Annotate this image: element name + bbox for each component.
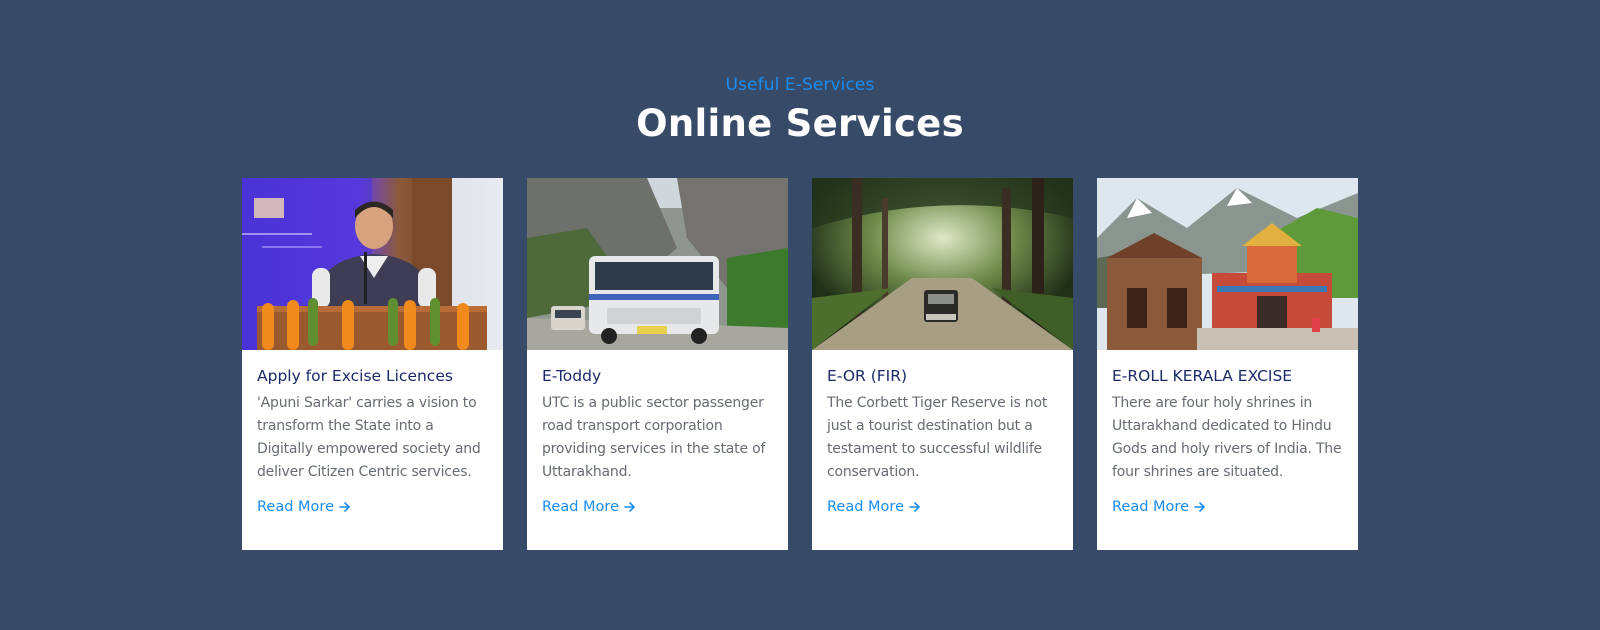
read-more-label: Read More	[257, 499, 334, 515]
arrow-right-icon	[909, 501, 921, 513]
read-more-link[interactable]: Read More	[1112, 498, 1206, 516]
bus-in-mountains-photo	[527, 178, 788, 350]
card-title: Apply for Excise Licences	[257, 367, 453, 385]
card-description: The Corbett Tiger Reserve is not just a …	[827, 395, 1048, 480]
service-card-e-or-fir: E-OR (FIR) The Corbett Tiger Reserve is …	[812, 178, 1073, 550]
read-more-label: Read More	[1112, 499, 1189, 515]
card-description: 'Apuni Sarkar' carries a vision to trans…	[257, 395, 481, 480]
card-description: There are four holy shrines in Uttarakha…	[1112, 395, 1342, 480]
section-header: Useful E-Services Online Services	[0, 74, 1600, 146]
arrow-right-icon	[624, 501, 636, 513]
jeep-in-forest-photo	[812, 178, 1073, 350]
read-more-label: Read More	[542, 499, 619, 515]
read-more-label: Read More	[827, 499, 904, 515]
service-card-e-roll-kerala-excise: E-ROLL KERALA EXCISE There are four holy…	[1097, 178, 1358, 550]
arrow-right-icon	[339, 501, 351, 513]
read-more-link[interactable]: Read More	[542, 498, 636, 516]
speaker-at-podium-photo	[242, 178, 503, 350]
card-title: E-ROLL KERALA EXCISE	[1112, 367, 1293, 385]
section-title: Online Services	[636, 102, 964, 145]
arrow-right-icon	[1194, 501, 1206, 513]
card-title: E-OR (FIR)	[827, 367, 908, 385]
temples-collage-photo	[1097, 178, 1358, 350]
section-eyebrow: Useful E-Services	[725, 75, 875, 95]
card-description: UTC is a public sector passenger road tr…	[542, 395, 766, 480]
service-card-e-toddy: E-Toddy UTC is a public sector passenger…	[527, 178, 788, 550]
read-more-link[interactable]: Read More	[827, 498, 921, 516]
service-card-excise-licences: Apply for Excise Licences 'Apuni Sarkar'…	[242, 178, 503, 550]
card-title: E-Toddy	[542, 367, 602, 385]
read-more-link[interactable]: Read More	[257, 498, 351, 516]
service-cards: Apply for Excise Licences 'Apuni Sarkar'…	[242, 178, 1358, 550]
